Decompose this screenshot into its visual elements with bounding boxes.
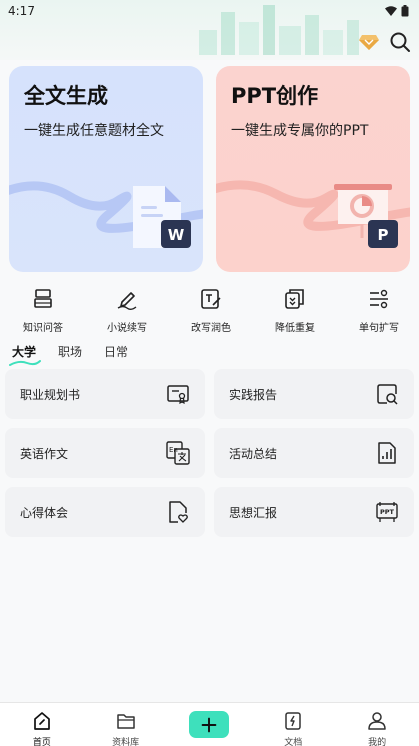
- translate-icon-text: En: [169, 446, 178, 454]
- tool-label: 单句扩写: [359, 323, 399, 334]
- expand-lines-icon: [370, 289, 388, 309]
- template-reflections[interactable]: 心得体会: [5, 487, 205, 537]
- template-thought-report[interactable]: 思想汇报 PPT: [214, 487, 414, 537]
- template-label: 心得体会: [20, 505, 69, 520]
- nav-add[interactable]: [179, 703, 239, 738]
- tool-label: 知识问答: [23, 323, 63, 334]
- bottom-navigation: 首页 资料库 文档 我的: [0, 702, 419, 746]
- wifi-icon: [385, 6, 397, 16]
- template-label: 活动总结: [229, 446, 278, 461]
- translate-icon: En: [166, 441, 190, 465]
- ppt-create-card[interactable]: PPT创作 一键生成专属你的PPT P: [216, 66, 410, 272]
- nav-label: 资料库: [112, 738, 140, 746]
- card-badge: W: [168, 226, 185, 244]
- template-english-essay[interactable]: 英语作文 En: [5, 428, 205, 478]
- template-label: 实践报告: [229, 387, 278, 402]
- status-time: 4:17: [8, 4, 35, 18]
- template-practice-report[interactable]: 实践报告: [214, 369, 414, 419]
- folder-icon: [116, 714, 135, 729]
- text-edit-icon: [201, 289, 221, 309]
- status-bar: 4:17: [0, 0, 419, 22]
- tool-label: 小说续写: [107, 323, 147, 334]
- tool-knowledge-qa[interactable]: 知识问答: [12, 287, 74, 335]
- nav-profile[interactable]: 我的: [347, 703, 407, 746]
- status-icons: [385, 5, 409, 17]
- card-badge: P: [378, 226, 389, 244]
- certificate-icon: [167, 385, 189, 405]
- tab-university[interactable]: 大学: [9, 343, 41, 366]
- tool-label: 降低重复: [275, 323, 315, 334]
- pen-icon: [117, 292, 137, 310]
- card-subtitle: 一键生成任意题材全文: [24, 123, 164, 139]
- add-icon: [202, 717, 217, 732]
- nav-library[interactable]: 资料库: [96, 703, 156, 746]
- heart-doc-icon: [169, 501, 188, 523]
- tool-reduce-duplicate[interactable]: 降低重复: [264, 287, 326, 335]
- category-tabs: 大学 职场 日常: [9, 343, 128, 366]
- battery-icon: [401, 5, 409, 17]
- ppt-icon-text: PPT: [380, 508, 395, 516]
- template-label: 思想汇报: [229, 505, 278, 520]
- card-subtitle: 一键生成专属你的PPT: [231, 123, 369, 139]
- user-icon: [368, 712, 386, 730]
- document-icon: [285, 712, 302, 730]
- tab-label: 大学: [12, 345, 37, 359]
- tool-label: 改写润色: [191, 323, 231, 334]
- presentation-illustration-icon: P: [334, 184, 398, 248]
- nav-documents[interactable]: 文档: [263, 703, 323, 746]
- add-button[interactable]: [189, 711, 230, 738]
- bar-chart-doc-icon: [378, 442, 396, 464]
- full-text-generate-card[interactable]: 全文生成 一键生成任意题材全文 W: [9, 66, 203, 272]
- nav-label: 我的: [368, 738, 387, 746]
- ppt-icon: PPT: [376, 502, 398, 522]
- copy-down-icon: [285, 289, 304, 309]
- nav-label: 文档: [284, 738, 303, 746]
- search-icon[interactable]: [389, 31, 411, 53]
- tool-shortcuts: 知识问答 小说续写 改写润色 降低重复 单句扩写: [0, 287, 419, 335]
- card-title: 全文生成: [24, 84, 108, 108]
- card-title: PPT创作: [231, 84, 319, 108]
- report-search-icon: [377, 384, 398, 405]
- tool-rewrite-polish[interactable]: 改写润色: [180, 287, 242, 335]
- nav-home[interactable]: 首页: [12, 703, 72, 746]
- template-career-plan[interactable]: 职业规划书: [5, 369, 205, 419]
- template-activity-summary[interactable]: 活动总结: [214, 428, 414, 478]
- book-stack-icon: [34, 289, 52, 308]
- template-label: 职业规划书: [20, 387, 81, 402]
- tab-active-underline: [9, 360, 41, 366]
- tab-daily[interactable]: 日常: [104, 343, 128, 360]
- nav-label: 首页: [32, 738, 51, 746]
- home-icon: [34, 712, 50, 730]
- template-label: 英语作文: [20, 446, 69, 461]
- tool-sentence-expand[interactable]: 单句扩写: [348, 287, 410, 335]
- vip-diamond-icon[interactable]: [359, 33, 379, 51]
- tool-novel-continue[interactable]: 小说续写: [96, 287, 158, 335]
- tab-workplace[interactable]: 职场: [58, 343, 82, 360]
- document-illustration-icon: W: [133, 186, 191, 248]
